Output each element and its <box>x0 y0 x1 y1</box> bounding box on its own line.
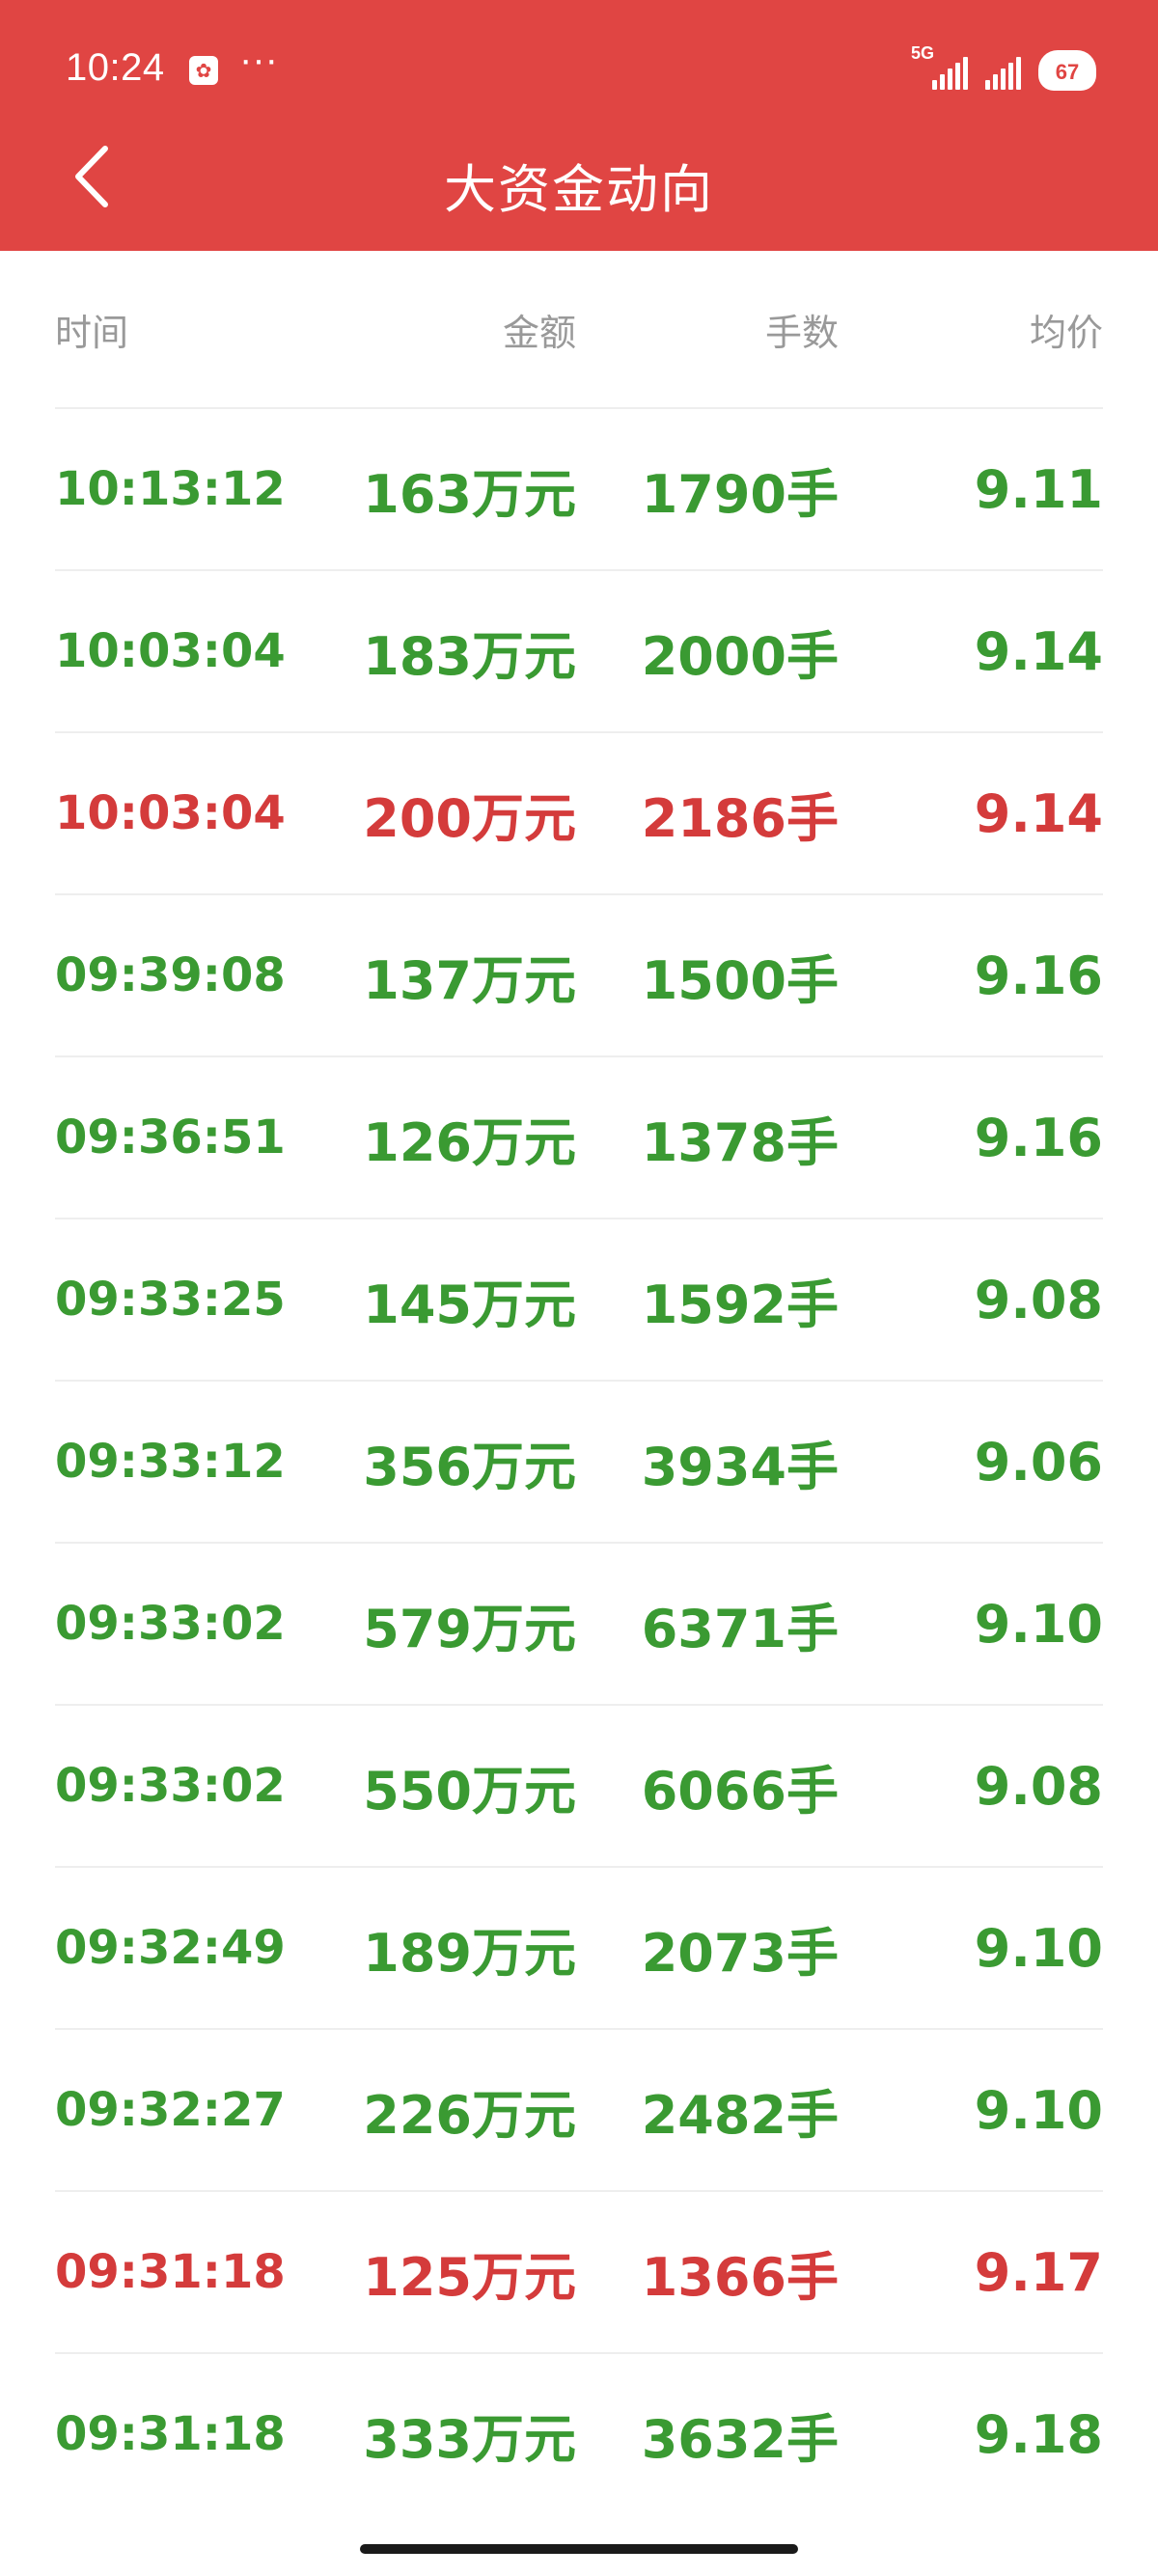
row-time: 09:36:51 <box>55 1110 286 1165</box>
row-avg-price: 9.18 <box>974 2403 1103 2465</box>
row-avg-price: 9.06 <box>974 1431 1103 1493</box>
table-row[interactable]: 09:32:27 226万元 2482手 9.10 <box>55 2030 1103 2192</box>
row-lots: 1366手 <box>641 2246 839 2308</box>
row-amount: 183万元 <box>363 625 576 687</box>
row-amount: 579万元 <box>363 1598 576 1659</box>
row-avg-price: 9.11 <box>974 458 1103 520</box>
row-avg-price: 9.17 <box>974 2241 1103 2303</box>
table-row[interactable]: 10:13:12 163万元 1790手 9.11 <box>55 409 1103 571</box>
row-avg-price: 9.08 <box>974 1269 1103 1330</box>
row-lots: 1790手 <box>641 463 839 525</box>
row-avg-price: 9.14 <box>974 782 1103 844</box>
row-lots: 6066手 <box>641 1760 839 1822</box>
row-amount: 126万元 <box>363 1111 576 1173</box>
row-avg-price: 9.16 <box>974 1107 1103 1168</box>
row-time: 09:32:49 <box>55 1921 286 1975</box>
signal-icon: 5G <box>911 43 968 90</box>
table-row[interactable]: 09:32:49 189万元 2073手 9.10 <box>55 1868 1103 2030</box>
row-amount: 356万元 <box>363 1436 576 1497</box>
row-lots: 1592手 <box>641 1274 839 1335</box>
row-time: 09:33:25 <box>55 1273 286 1327</box>
row-avg-price: 9.10 <box>974 1917 1103 1979</box>
row-lots: 1378手 <box>641 1111 839 1173</box>
table-row[interactable]: 09:31:18 125万元 1366手 9.17 <box>55 2192 1103 2354</box>
row-time: 09:33:02 <box>55 1759 286 1813</box>
app-header: 10:24 ✿ ··· 5G 67 大资金动向 <box>0 0 1158 251</box>
row-time: 09:39:08 <box>55 948 286 1002</box>
row-time: 09:32:27 <box>55 2083 286 2137</box>
signal-icon-secondary <box>985 51 1021 90</box>
status-time: 10:24 <box>66 46 165 89</box>
row-time: 10:13:12 <box>55 462 286 516</box>
row-lots: 2000手 <box>641 625 839 687</box>
table-row[interactable]: 09:39:08 137万元 1500手 9.16 <box>55 895 1103 1057</box>
row-amount: 200万元 <box>363 787 576 849</box>
status-bar: 10:24 ✿ ··· 5G 67 <box>0 0 1158 135</box>
row-time: 09:33:12 <box>55 1435 286 1489</box>
status-indicators: 5G 67 <box>911 43 1096 95</box>
row-lots: 3934手 <box>641 1436 839 1497</box>
big-money-table: 时间 金额 手数 均价 10:13:12 163万元 1790手 9.11 10:03:… <box>55 251 1103 2514</box>
table-row[interactable]: 09:33:02 579万元 6371手 9.10 <box>55 1544 1103 1706</box>
column-header-lots: 手数 <box>764 311 839 354</box>
row-amount: 125万元 <box>363 2246 576 2308</box>
row-lots: 3632手 <box>641 2408 839 2470</box>
app-notification-icon: ✿ <box>189 56 218 85</box>
table-row[interactable]: 10:03:04 183万元 2000手 9.14 <box>55 571 1103 733</box>
row-amount: 163万元 <box>363 463 576 525</box>
row-amount: 145万元 <box>363 1274 576 1335</box>
row-lots: 2482手 <box>641 2084 839 2146</box>
network-type-label: 5G <box>911 43 935 63</box>
column-header-amount: 金额 <box>502 311 576 354</box>
row-lots: 2073手 <box>641 1922 839 1984</box>
row-avg-price: 9.16 <box>974 945 1103 1006</box>
row-time: 09:31:18 <box>55 2245 286 2299</box>
table-row[interactable]: 09:36:51 126万元 1378手 9.16 <box>55 1057 1103 1219</box>
row-amount: 333万元 <box>363 2408 576 2470</box>
home-indicator[interactable] <box>360 2544 798 2554</box>
row-time: 09:31:18 <box>55 2407 286 2461</box>
table-row[interactable]: 09:33:25 145万元 1592手 9.08 <box>55 1219 1103 1382</box>
column-header-time: 时间 <box>55 311 129 354</box>
battery-icon: 67 <box>1038 50 1096 91</box>
row-time: 09:33:02 <box>55 1597 286 1651</box>
row-time: 10:03:04 <box>55 624 286 678</box>
table-header: 时间 金额 手数 均价 <box>55 251 1103 409</box>
row-amount: 189万元 <box>363 1922 576 1984</box>
table-row[interactable]: 09:33:12 356万元 3934手 9.06 <box>55 1382 1103 1544</box>
row-avg-price: 9.08 <box>974 1755 1103 1817</box>
row-time: 10:03:04 <box>55 786 286 840</box>
row-avg-price: 9.14 <box>974 620 1103 682</box>
row-lots: 1500手 <box>641 949 839 1011</box>
row-amount: 226万元 <box>363 2084 576 2146</box>
row-lots: 2186手 <box>641 787 839 849</box>
row-amount: 137万元 <box>363 949 576 1011</box>
table-body: 10:13:12 163万元 1790手 9.11 10:03:04 183万元 2000手… <box>55 409 1103 2514</box>
table-row[interactable]: 10:03:04 200万元 2186手 9.14 <box>55 733 1103 895</box>
row-avg-price: 9.10 <box>974 1593 1103 1655</box>
column-header-avg-price: 均价 <box>1029 311 1103 354</box>
more-notifications-icon: ··· <box>239 39 278 81</box>
row-amount: 550万元 <box>363 1760 576 1822</box>
page-title: 大资金动向 <box>444 159 714 220</box>
table-row[interactable]: 09:31:18 333万元 3632手 9.18 <box>55 2354 1103 2514</box>
table-row[interactable]: 09:33:02 550万元 6066手 9.08 <box>55 1706 1103 1868</box>
row-avg-price: 9.10 <box>974 2079 1103 2141</box>
row-lots: 6371手 <box>641 1598 839 1659</box>
